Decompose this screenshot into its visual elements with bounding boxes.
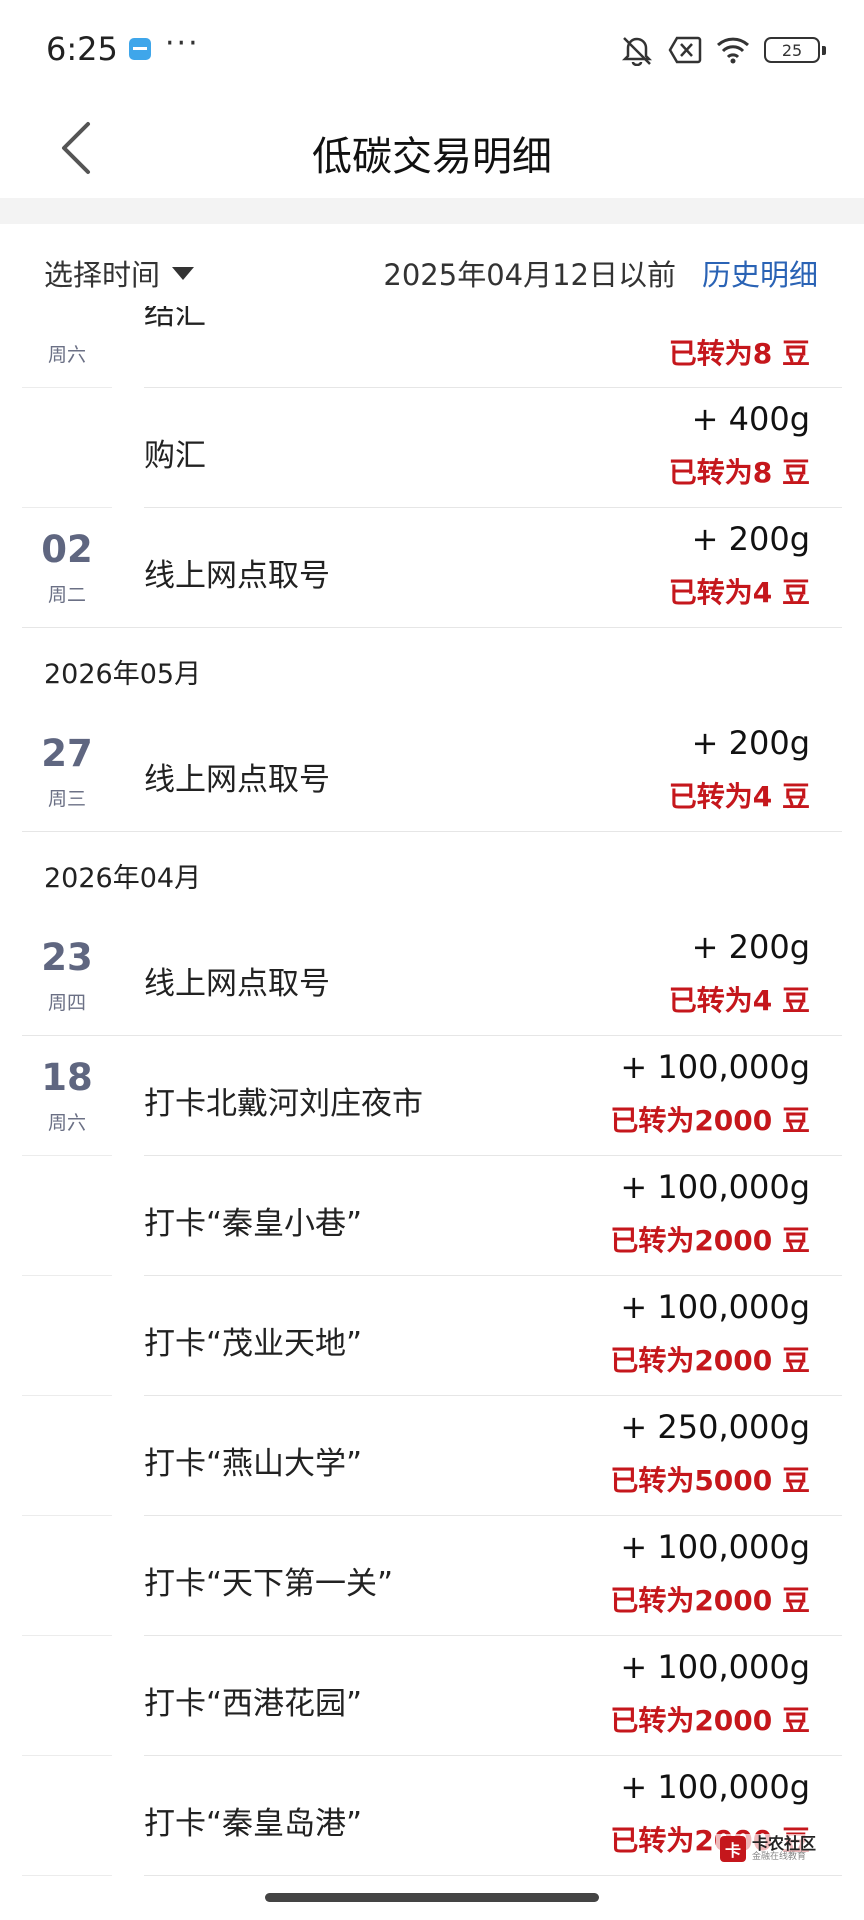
transaction-row[interactable]: 23 周四 线上网点取号 + 200g 已转为4 豆 (0, 916, 864, 1036)
transaction-row[interactable]: 打卡“天下第一关” + 100,000g 已转为2000 豆 (0, 1516, 864, 1636)
transaction-name: 线上网点取号 (144, 762, 330, 798)
transaction-beans: 已转为8 豆 (668, 456, 810, 489)
transaction-row[interactable]: 打卡“燕山大学” + 250,000g 已转为5000 豆 (0, 1396, 864, 1516)
weekday-label: 周六 (47, 344, 86, 366)
transaction-amount: + 200g (691, 928, 810, 966)
transaction-amount: + 100,000g (620, 1168, 810, 1206)
mute-bell-icon (621, 37, 653, 66)
transaction-name: 购汇 (144, 438, 206, 474)
transaction-amount: + 200g (691, 724, 810, 762)
transaction-amount: + 100,000g (620, 1288, 810, 1326)
row-divider-right (144, 1875, 842, 1876)
app-notification-icon (129, 38, 151, 60)
caret-down-icon (172, 266, 195, 280)
transaction-row[interactable]: 购汇 + 400g 已转为8 豆 (0, 388, 864, 508)
transaction-name: 打卡“茂业天地” (144, 1326, 363, 1362)
transaction-row[interactable]: 打卡“茂业天地” + 100,000g 已转为2000 豆 (0, 1276, 864, 1396)
transaction-name: 打卡北戴河刘庄夜市 (144, 1086, 423, 1122)
day-number: 23 (41, 936, 93, 979)
history-details-link[interactable]: 历史明细 (702, 252, 818, 294)
transaction-amount: + 100,000g (620, 1048, 810, 1086)
transaction-name: 打卡“秦皇岛港” (144, 1806, 363, 1842)
time-select-label: 选择时间 (44, 258, 161, 292)
transaction-beans: 已转为2000 豆 (610, 1704, 810, 1737)
transaction-amount: + 100,000g (620, 1768, 810, 1806)
weekday-label: 周四 (47, 992, 86, 1014)
transaction-amount: + 250,000g (620, 1408, 810, 1446)
battery-icon: 25 (764, 37, 826, 63)
transaction-name: 线上网点取号 (144, 966, 330, 1002)
weekday-label: 周二 (47, 584, 86, 606)
watermark: 卡 卡农社区 金融在线教育 (715, 1833, 820, 1864)
transaction-row[interactable]: 打卡“西港花园” + 100,000g 已转为2000 豆 (0, 1636, 864, 1756)
watermark-subtitle: 金融在线教育 (751, 1851, 806, 1862)
transaction-name: 线上网点取号 (144, 558, 330, 594)
transaction-beans: 已转为2000 豆 (610, 1224, 810, 1257)
transaction-amount: + 200g (691, 520, 810, 558)
transaction-name: 打卡“天下第一关” (144, 1566, 394, 1602)
filter-row: 选择时间 2025年04月12日以前 历史明细 (0, 240, 864, 306)
no-sim-icon (668, 36, 702, 64)
transaction-row[interactable]: 周六 结汇 已转为8 豆 (0, 306, 864, 388)
date-before-label: 2025年04月12日以前 (383, 258, 676, 292)
home-indicator[interactable] (265, 1893, 599, 1902)
transaction-beans: 已转为4 豆 (668, 780, 810, 813)
transaction-list[interactable]: 周六 结汇 已转为8 豆 购汇 + 400g 已转为8 豆 02 周二 线上网点取号 + 2… (0, 306, 864, 1880)
weekday-label: 周六 (47, 1112, 86, 1134)
transaction-name: 结汇 (144, 306, 206, 332)
transaction-beans: 已转为4 豆 (668, 984, 810, 1017)
transaction-amount: + 400g (691, 400, 810, 438)
month-header: 2026年04月 (0, 832, 864, 916)
weekday-label: 周三 (47, 788, 86, 810)
transaction-amount: + 100,000g (620, 1528, 810, 1566)
status-bar: 6:25 ··· 25 (0, 0, 864, 100)
transaction-name: 打卡“燕山大学” (144, 1446, 363, 1482)
more-notifications-icon: ··· (165, 26, 200, 61)
status-time: 6:25 (46, 30, 118, 68)
transaction-row[interactable]: 18 周六 打卡北戴河刘庄夜市 + 100,000g 已转为2000 豆 (0, 1036, 864, 1156)
day-number: 02 (41, 528, 93, 571)
month-header: 2026年05月 (0, 628, 864, 712)
transaction-beans: 已转为8 豆 (668, 337, 810, 370)
wifi-icon (716, 37, 750, 64)
transaction-beans: 已转为2000 豆 (610, 1104, 810, 1137)
transaction-row[interactable]: 27 周三 线上网点取号 + 200g 已转为4 豆 (0, 712, 864, 832)
row-divider-left (22, 1875, 112, 1876)
divider-band (0, 198, 864, 224)
status-icons: 25 (620, 34, 826, 66)
day-number: 27 (41, 732, 93, 775)
transaction-name: 打卡“秦皇小巷” (144, 1206, 363, 1242)
transaction-rows: 购汇 + 400g 已转为8 豆 02 周二 线上网点取号 + 200g 已转为4 豆 2026… (0, 388, 864, 1876)
transaction-amount: + 100,000g (620, 1648, 810, 1686)
day-number: 18 (41, 1056, 93, 1099)
transaction-beans: 已转为2000 豆 (610, 1584, 810, 1617)
transaction-row[interactable]: 02 周二 线上网点取号 + 200g 已转为4 豆 (0, 508, 864, 628)
watermark-logo-icon: 卡 (719, 1835, 746, 1862)
transaction-beans: 已转为4 豆 (668, 576, 810, 609)
transaction-beans: 已转为5000 豆 (610, 1464, 810, 1497)
transaction-beans: 已转为2000 豆 (610, 1344, 810, 1377)
transaction-name: 打卡“西港花园” (144, 1686, 363, 1722)
month-label: 2026年04月 (44, 863, 202, 894)
transaction-row[interactable]: 打卡“秦皇小巷” + 100,000g 已转为2000 豆 (0, 1156, 864, 1276)
month-label: 2026年05月 (44, 659, 202, 690)
time-select-dropdown[interactable]: 选择时间 (44, 252, 195, 294)
header: 低碳交易明细 (0, 100, 864, 198)
page-title: 低碳交易明细 (312, 134, 552, 180)
watermark-title: 卡农社区 (751, 1833, 816, 1853)
watermark-text: 卡农社区 金融在线教育 (751, 1833, 816, 1862)
